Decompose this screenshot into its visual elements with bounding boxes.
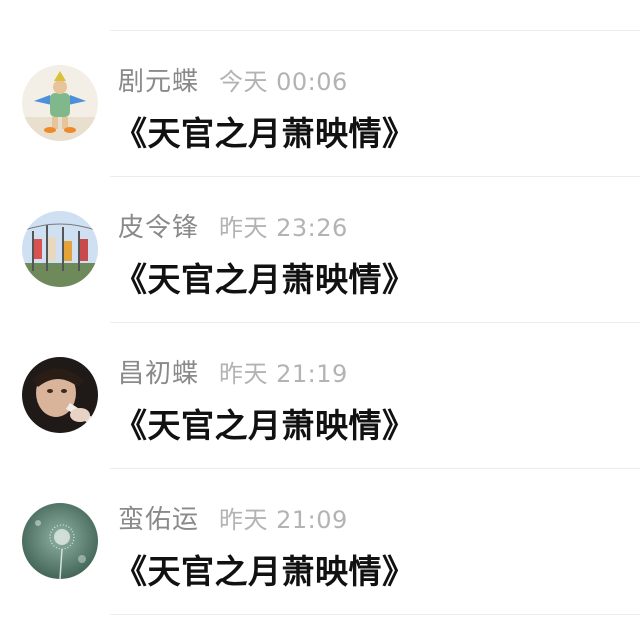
user-name[interactable]: 昌初蝶 xyxy=(118,353,199,390)
comment-meta: 剧元蝶 今天 00:06 xyxy=(118,61,348,97)
comment-text: 《天官之月萧映情》 xyxy=(114,260,416,299)
avatar[interactable] xyxy=(22,503,98,579)
comment-text: 《天官之月萧映情》 xyxy=(114,406,416,445)
flags-sky-avatar-icon xyxy=(22,211,98,287)
comment-item[interactable]: 昌初蝶 昨天 21:19 《天官之月萧映情》 xyxy=(0,323,640,469)
timestamp: 今天 00:06 xyxy=(219,68,348,96)
face-dark-avatar-icon xyxy=(22,357,98,433)
user-name[interactable]: 蛮佑运 xyxy=(118,499,199,536)
user-name[interactable]: 剧元蝶 xyxy=(118,61,199,98)
comment-text: 《天官之月萧映情》 xyxy=(114,114,416,153)
comment-text: 《天官之月萧映情》 xyxy=(114,552,416,591)
user-name[interactable]: 皮令锋 xyxy=(118,207,199,244)
divider xyxy=(110,614,640,615)
comment-item[interactable]: 蛮佑运 昨天 21:09 《天官之月萧映情》 xyxy=(0,469,640,615)
avatar[interactable] xyxy=(22,65,98,141)
person-in-costume-avatar-icon xyxy=(22,65,98,141)
avatar[interactable] xyxy=(22,211,98,287)
comment-meta: 昌初蝶 昨天 21:19 xyxy=(118,353,348,389)
timestamp: 昨天 21:09 xyxy=(219,506,348,534)
comment-meta: 蛮佑运 昨天 21:09 xyxy=(118,499,348,535)
comment-item[interactable]: 剧元蝶 今天 00:06 《天官之月萧映情》 xyxy=(0,31,640,177)
comment-meta: 皮令锋 昨天 23:26 xyxy=(118,207,348,243)
avatar[interactable] xyxy=(22,357,98,433)
timestamp: 昨天 23:26 xyxy=(219,214,348,242)
dandelion-avatar-icon xyxy=(22,503,98,579)
comment-list: 剧元蝶 今天 00:06 《天官之月萧映情》 皮令锋 昨天 23:26 《天官之… xyxy=(0,31,640,615)
timestamp: 昨天 21:19 xyxy=(219,360,348,388)
comment-item[interactable]: 皮令锋 昨天 23:26 《天官之月萧映情》 xyxy=(0,177,640,323)
